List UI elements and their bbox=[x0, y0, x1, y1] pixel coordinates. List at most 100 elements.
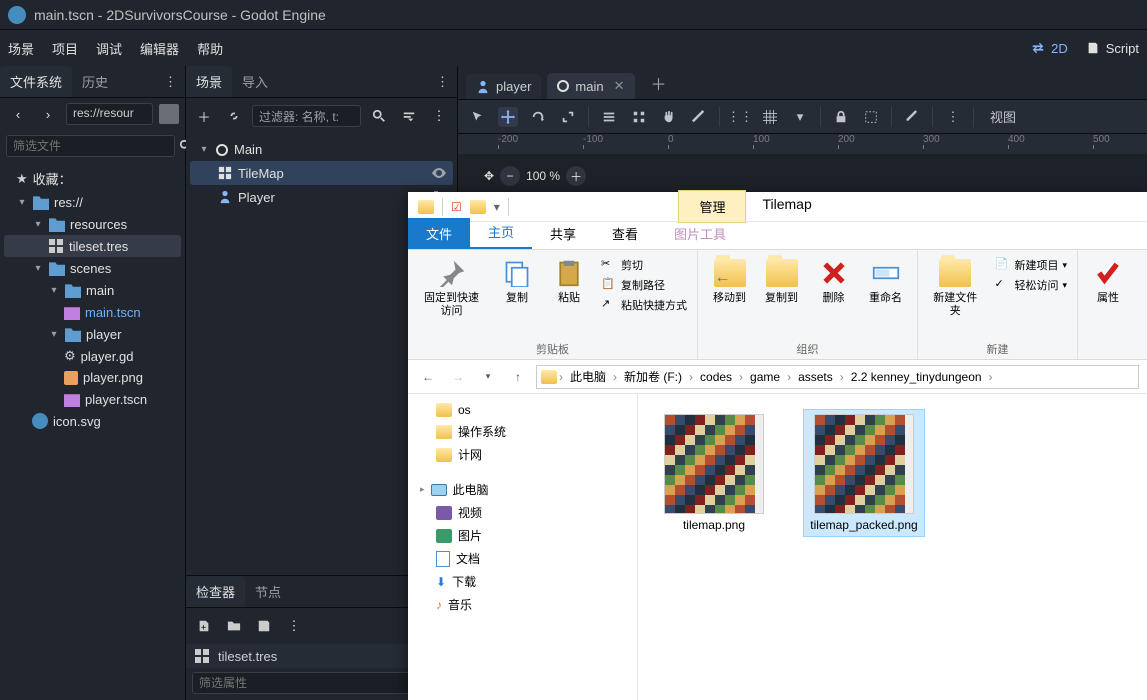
center-view-icon[interactable]: ✥ bbox=[484, 169, 494, 183]
fs-file-player-gd[interactable]: ⚙ player.gd bbox=[4, 345, 181, 367]
menu-help[interactable]: 帮助 bbox=[197, 39, 223, 58]
close-tab-icon[interactable]: ✕ bbox=[610, 78, 625, 94]
load-resource-button[interactable] bbox=[222, 614, 246, 638]
new-folder-button[interactable]: 新建文件夹 bbox=[926, 254, 984, 319]
link-node-button[interactable] bbox=[222, 104, 246, 128]
cut-button[interactable]: ✂剪切 bbox=[599, 256, 689, 274]
select-tool[interactable] bbox=[468, 107, 488, 127]
zoom-in-button[interactable]: ＋ bbox=[566, 166, 586, 186]
inspector-extra-icon[interactable]: ⋮ bbox=[282, 614, 306, 638]
pin-quickaccess-button[interactable]: 固定到快速访问 bbox=[416, 254, 487, 319]
node-tilemap[interactable]: TileMap bbox=[190, 161, 453, 185]
dock-more-icon[interactable]: ⋮ bbox=[156, 74, 185, 90]
ribbon-tab-file[interactable]: 文件 bbox=[408, 218, 470, 249]
delete-button[interactable]: 删除 bbox=[812, 254, 856, 307]
pan-tool[interactable] bbox=[659, 107, 679, 127]
copy-path-button[interactable]: 📋复制路径 bbox=[599, 276, 689, 294]
zoom-level[interactable]: 100 % bbox=[526, 169, 560, 183]
paste-button[interactable]: 粘贴 bbox=[547, 254, 591, 307]
ruler-tool[interactable] bbox=[689, 107, 709, 127]
breadcrumb-segment[interactable]: codes bbox=[695, 370, 737, 384]
file-tab-main[interactable]: main ✕ bbox=[547, 73, 634, 99]
ribbon-tab-home[interactable]: 主页 bbox=[470, 216, 532, 249]
file-tilemap-png[interactable]: tilemap.png bbox=[654, 410, 774, 536]
fs-folder-resources[interactable]: ▾ resources bbox=[4, 213, 181, 235]
new-resource-button[interactable] bbox=[192, 614, 216, 638]
nav-recent-button[interactable]: ▾ bbox=[476, 365, 500, 389]
paste-shortcut-button[interactable]: ↗粘贴快捷方式 bbox=[599, 296, 689, 314]
tab-filesystem[interactable]: 文件系统 bbox=[0, 66, 72, 97]
breadcrumb-segment[interactable]: 新加卷 (F:) bbox=[619, 368, 687, 385]
tab-node[interactable]: 节点 bbox=[245, 576, 291, 607]
ribbon-tab-share[interactable]: 共享 bbox=[532, 218, 594, 249]
menu-project[interactable]: 项目 bbox=[52, 39, 78, 58]
fs-folder-main[interactable]: ▾ main bbox=[4, 279, 181, 301]
easy-access-button[interactable]: ✓轻松访问▾ bbox=[992, 276, 1069, 294]
move-tool[interactable] bbox=[498, 107, 518, 127]
mode-script-button[interactable]: Script bbox=[1086, 41, 1139, 56]
file-tab-player[interactable]: player bbox=[466, 74, 541, 99]
fs-favorites[interactable]: ★ 收藏： bbox=[4, 166, 181, 191]
fs-file-player-tscn[interactable]: player.tscn bbox=[4, 388, 181, 410]
fs-file-main-tscn[interactable]: main.tscn bbox=[4, 301, 181, 323]
qa-checkbox[interactable]: ☑ bbox=[451, 200, 462, 214]
list-tool[interactable] bbox=[599, 107, 619, 127]
scene-extra-button[interactable] bbox=[397, 104, 421, 128]
fs-filter-input[interactable] bbox=[6, 135, 175, 157]
tab-import[interactable]: 导入 bbox=[232, 66, 278, 97]
tree-videos[interactable]: 视频 bbox=[412, 501, 633, 524]
tree-folder-os[interactable]: os bbox=[412, 400, 633, 420]
properties-button[interactable]: 属性 bbox=[1086, 254, 1130, 307]
lock-tool[interactable] bbox=[831, 107, 851, 127]
menu-editor[interactable]: 编辑器 bbox=[140, 39, 179, 58]
group-tool[interactable] bbox=[861, 107, 881, 127]
snap-tool[interactable]: ⋮⋮ bbox=[730, 107, 750, 127]
ribbon-tab-view[interactable]: 查看 bbox=[594, 218, 656, 249]
fs-file-tileset[interactable]: tileset.tres bbox=[4, 235, 181, 257]
breadcrumb-segment[interactable]: 2.2 kenney_tinydungeon bbox=[846, 370, 987, 384]
menu-debug[interactable]: 调试 bbox=[96, 39, 122, 58]
misc-tool[interactable]: ⋮ bbox=[943, 107, 963, 127]
tree-folder-cz[interactable]: 操作系统 bbox=[412, 420, 633, 443]
tree-pictures[interactable]: 图片 bbox=[412, 524, 633, 547]
qa-dropdown-icon[interactable]: ▾ bbox=[494, 200, 500, 214]
add-node-button[interactable]: ＋ bbox=[192, 104, 216, 128]
mode-2d-button[interactable]: 2D bbox=[1031, 41, 1068, 56]
nav-back-button[interactable]: ‹ bbox=[6, 102, 30, 126]
breadcrumb-segment[interactable]: game bbox=[745, 370, 785, 384]
filter-search-icon[interactable] bbox=[367, 104, 391, 128]
tree-this-pc[interactable]: ▸此电脑 bbox=[412, 478, 633, 501]
ribbon-tab-picture[interactable]: 图片工具 bbox=[656, 218, 744, 249]
scale-tool[interactable] bbox=[558, 107, 578, 127]
copy-to-button[interactable]: 复制到 bbox=[760, 254, 804, 307]
tab-scene[interactable]: 场景 bbox=[186, 66, 232, 97]
fs-folder-player[interactable]: ▾ player bbox=[4, 323, 181, 345]
tab-history[interactable]: 历史 bbox=[72, 66, 118, 97]
save-resource-button[interactable] bbox=[252, 614, 276, 638]
tree-documents[interactable]: 文档 bbox=[412, 547, 633, 570]
path-field[interactable]: res://resour bbox=[66, 103, 153, 125]
fs-file-player-png[interactable]: player.png bbox=[4, 367, 181, 388]
move-to-button[interactable]: ← 移动到 bbox=[708, 254, 752, 307]
rename-button[interactable]: 重命名 bbox=[864, 254, 908, 307]
nav-back-button[interactable]: ← bbox=[416, 365, 440, 389]
bone-tool[interactable] bbox=[902, 107, 922, 127]
scene-filter-input[interactable]: 过滤器: 名称, t: bbox=[252, 105, 361, 127]
folder-icon[interactable] bbox=[470, 200, 486, 214]
scene-dock-more-icon[interactable]: ⋮ bbox=[428, 74, 457, 90]
snap-options-tool[interactable]: ▾ bbox=[790, 107, 810, 127]
node-main[interactable]: ▾ Main bbox=[190, 138, 453, 161]
file-tilemap-packed-png[interactable]: tilemap_packed.png bbox=[804, 410, 924, 536]
breadcrumb-segment[interactable]: assets bbox=[793, 370, 838, 384]
view-menu-button[interactable]: 视图 bbox=[984, 107, 1022, 127]
grid-snap-tool[interactable] bbox=[760, 107, 780, 127]
tab-inspector[interactable]: 检查器 bbox=[186, 576, 245, 607]
tree-music[interactable]: ♪音乐 bbox=[412, 593, 633, 616]
visibility-icon[interactable] bbox=[431, 165, 447, 181]
rotate-tool[interactable] bbox=[528, 107, 548, 127]
address-bar[interactable]: › 此电脑›新加卷 (F:)›codes›game›assets›2.2 ken… bbox=[536, 365, 1139, 389]
copy-button[interactable]: 复制 bbox=[495, 254, 539, 307]
zoom-out-button[interactable]: − bbox=[500, 166, 520, 186]
explorer-files-pane[interactable]: tilemap.png tilemap_packed.png bbox=[638, 394, 1147, 700]
menu-scene[interactable]: 场景 bbox=[8, 39, 34, 58]
